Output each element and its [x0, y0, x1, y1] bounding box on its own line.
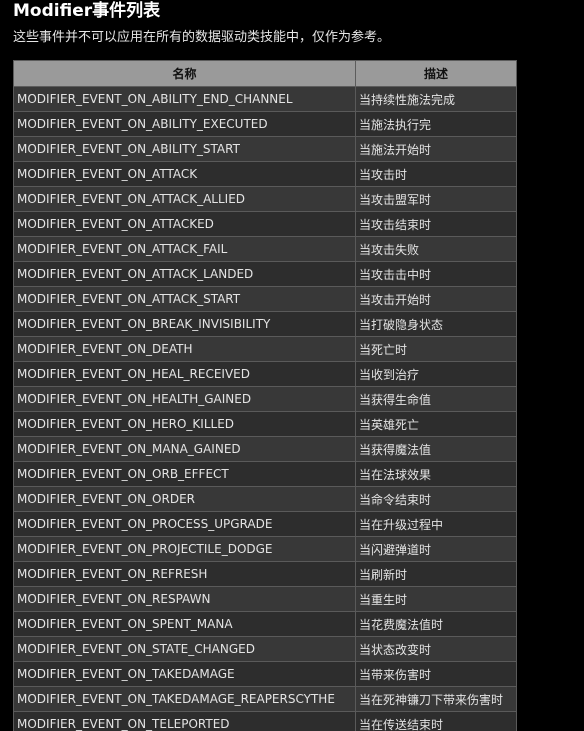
table-row: MODIFIER_EVENT_ON_ABILITY_EXECUTED 当施法执行完 [13, 111, 517, 137]
column-header-description: 描述 [355, 60, 517, 87]
event-description-cell: 当获得生命值 [355, 386, 517, 412]
page: Modifier事件列表 这些事件并不可以应用在所有的数据驱动类技能中，仅作为参… [0, 0, 584, 731]
table-row: MODIFIER_EVENT_ON_BREAK_INVISIBILITY 当打破隐… [13, 311, 517, 337]
event-description-cell: 当死亡时 [355, 336, 517, 362]
table-row: MODIFIER_EVENT_ON_ATTACK_ALLIED 当攻击盟军时 [13, 186, 517, 212]
event-name-cell: MODIFIER_EVENT_ON_DEATH [13, 336, 356, 362]
table-row: MODIFIER_EVENT_ON_HEALTH_GAINED 当获得生命值 [13, 386, 517, 412]
event-name-cell: MODIFIER_EVENT_ON_SPENT_MANA [13, 611, 356, 637]
event-description-cell: 当重生时 [355, 586, 517, 612]
event-description-cell: 当攻击时 [355, 161, 517, 187]
event-description-cell: 当刷新时 [355, 561, 517, 587]
table-row: MODIFIER_EVENT_ON_TAKEDAMAGE 当带来伤害时 [13, 661, 517, 687]
page-title: Modifier事件列表 [13, 1, 161, 21]
event-name-cell: MODIFIER_EVENT_ON_RESPAWN [13, 586, 356, 612]
event-description-cell: 当在升级过程中 [355, 511, 517, 537]
page-description: 这些事件并不可以应用在所有的数据驱动类技能中，仅作为参考。 [13, 30, 391, 45]
event-name-cell: MODIFIER_EVENT_ON_ATTACK_START [13, 286, 356, 312]
event-name-cell: MODIFIER_EVENT_ON_ATTACK_LANDED [13, 261, 356, 287]
event-description-cell: 当在法球效果 [355, 461, 517, 487]
event-description-cell: 当施法执行完 [355, 111, 517, 137]
event-description-cell: 当在死神镰刀下带来伤害时 [355, 686, 517, 712]
event-name-cell: MODIFIER_EVENT_ON_TELEPORTED [13, 711, 356, 731]
event-description-cell: 当持续性施法完成 [355, 86, 517, 112]
event-name-cell: MODIFIER_EVENT_ON_TAKEDAMAGE_REAPERSCYTH… [13, 686, 356, 712]
event-name-cell: MODIFIER_EVENT_ON_PROCESS_UPGRADE [13, 511, 356, 537]
event-name-cell: MODIFIER_EVENT_ON_HEALTH_GAINED [13, 386, 356, 412]
event-description-cell: 当攻击失败 [355, 236, 517, 262]
table-row: MODIFIER_EVENT_ON_TELEPORTED 当在传送结束时 [13, 711, 517, 731]
table-row: MODIFIER_EVENT_ON_ATTACK_START 当攻击开始时 [13, 286, 517, 312]
table-row: MODIFIER_EVENT_ON_STATE_CHANGED 当状态改变时 [13, 636, 517, 662]
table-row: MODIFIER_EVENT_ON_ORDER 当命令结束时 [13, 486, 517, 512]
event-name-cell: MODIFIER_EVENT_ON_STATE_CHANGED [13, 636, 356, 662]
table-row: MODIFIER_EVENT_ON_ATTACK_LANDED 当攻击击中时 [13, 261, 517, 287]
event-description-cell: 当带来伤害时 [355, 661, 517, 687]
event-description-cell: 当英雄死亡 [355, 411, 517, 437]
table-row: MODIFIER_EVENT_ON_DEATH 当死亡时 [13, 336, 517, 362]
table-row: MODIFIER_EVENT_ON_MANA_GAINED 当获得魔法值 [13, 436, 517, 462]
event-name-cell: MODIFIER_EVENT_ON_ATTACK_ALLIED [13, 186, 356, 212]
event-description-cell: 当攻击盟军时 [355, 186, 517, 212]
event-name-cell: MODIFIER_EVENT_ON_ORB_EFFECT [13, 461, 356, 487]
event-name-cell: MODIFIER_EVENT_ON_ORDER [13, 486, 356, 512]
event-name-cell: MODIFIER_EVENT_ON_ATTACK_FAIL [13, 236, 356, 262]
event-description-cell: 当获得魔法值 [355, 436, 517, 462]
event-name-cell: MODIFIER_EVENT_ON_REFRESH [13, 561, 356, 587]
event-description-cell: 当在传送结束时 [355, 711, 517, 731]
event-description-cell: 当打破隐身状态 [355, 311, 517, 337]
event-name-cell: MODIFIER_EVENT_ON_TAKEDAMAGE [13, 661, 356, 687]
table-row: MODIFIER_EVENT_ON_HERO_KILLED 当英雄死亡 [13, 411, 517, 437]
event-name-cell: MODIFIER_EVENT_ON_ATTACKED [13, 211, 356, 237]
table-row: MODIFIER_EVENT_ON_ABILITY_END_CHANNEL 当持续… [13, 86, 517, 112]
table-row: MODIFIER_EVENT_ON_ORB_EFFECT 当在法球效果 [13, 461, 517, 487]
table-row: MODIFIER_EVENT_ON_SPENT_MANA 当花费魔法值时 [13, 611, 517, 637]
event-name-cell: MODIFIER_EVENT_ON_HERO_KILLED [13, 411, 356, 437]
table-header-row: 名称 描述 [13, 60, 517, 87]
event-name-cell: MODIFIER_EVENT_ON_HEAL_RECEIVED [13, 361, 356, 387]
event-description-cell: 当攻击开始时 [355, 286, 517, 312]
column-header-name: 名称 [13, 60, 356, 87]
table-body: MODIFIER_EVENT_ON_ABILITY_END_CHANNEL 当持续… [13, 86, 517, 731]
table-row: MODIFIER_EVENT_ON_ATTACKED 当攻击结束时 [13, 211, 517, 237]
event-name-cell: MODIFIER_EVENT_ON_ABILITY_END_CHANNEL [13, 86, 356, 112]
table-row: MODIFIER_EVENT_ON_HEAL_RECEIVED 当收到治疗 [13, 361, 517, 387]
event-description-cell: 当攻击结束时 [355, 211, 517, 237]
table-row: MODIFIER_EVENT_ON_PROCESS_UPGRADE 当在升级过程中 [13, 511, 517, 537]
table-row: MODIFIER_EVENT_ON_ATTACK 当攻击时 [13, 161, 517, 187]
event-name-cell: MODIFIER_EVENT_ON_PROJECTILE_DODGE [13, 536, 356, 562]
table-row: MODIFIER_EVENT_ON_RESPAWN 当重生时 [13, 586, 517, 612]
event-description-cell: 当攻击击中时 [355, 261, 517, 287]
event-name-cell: MODIFIER_EVENT_ON_BREAK_INVISIBILITY [13, 311, 356, 337]
event-description-cell: 当状态改变时 [355, 636, 517, 662]
event-description-cell: 当命令结束时 [355, 486, 517, 512]
event-description-cell: 当施法开始时 [355, 136, 517, 162]
event-description-cell: 当闪避弹道时 [355, 536, 517, 562]
events-table: 名称 描述 MODIFIER_EVENT_ON_ABILITY_END_CHAN… [13, 60, 517, 731]
table-row: MODIFIER_EVENT_ON_ATTACK_FAIL 当攻击失败 [13, 236, 517, 262]
event-name-cell: MODIFIER_EVENT_ON_ABILITY_EXECUTED [13, 111, 356, 137]
table-row: MODIFIER_EVENT_ON_PROJECTILE_DODGE 当闪避弹道时 [13, 536, 517, 562]
event-name-cell: MODIFIER_EVENT_ON_MANA_GAINED [13, 436, 356, 462]
event-name-cell: MODIFIER_EVENT_ON_ABILITY_START [13, 136, 356, 162]
table-row: MODIFIER_EVENT_ON_REFRESH 当刷新时 [13, 561, 517, 587]
event-description-cell: 当收到治疗 [355, 361, 517, 387]
event-name-cell: MODIFIER_EVENT_ON_ATTACK [13, 161, 356, 187]
event-description-cell: 当花费魔法值时 [355, 611, 517, 637]
table-row: MODIFIER_EVENT_ON_TAKEDAMAGE_REAPERSCYTH… [13, 686, 517, 712]
table-row: MODIFIER_EVENT_ON_ABILITY_START 当施法开始时 [13, 136, 517, 162]
